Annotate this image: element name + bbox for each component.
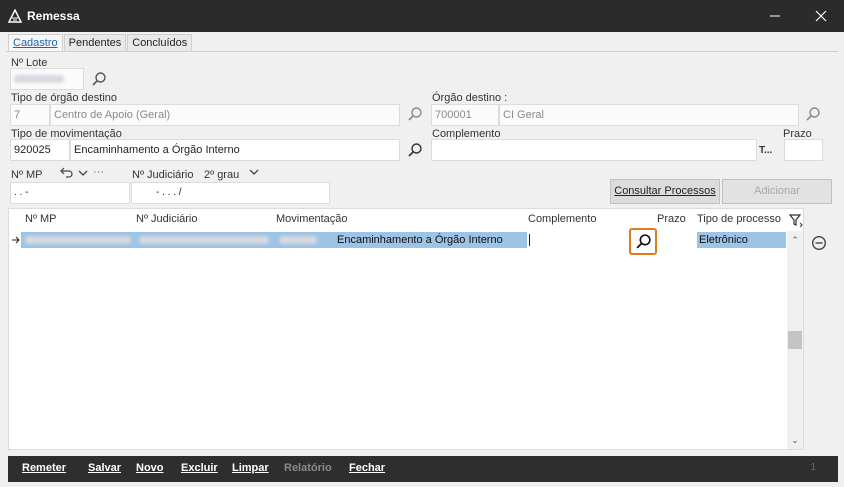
complemento-field[interactable] (431, 139, 757, 161)
remove-row-icon[interactable] (811, 235, 827, 251)
remeter-button[interactable]: Remeter (22, 462, 66, 474)
tab-concluidos[interactable]: Concluídos (127, 34, 193, 52)
filter-icon[interactable] (788, 212, 804, 228)
limpar-button[interactable]: Limpar (232, 462, 269, 474)
orgao-name-field[interactable]: CI Geral (499, 104, 799, 126)
minimize-icon (770, 15, 780, 17)
record-count: 1 (810, 462, 816, 473)
orgao-destino-label: Órgão destino : (432, 92, 508, 104)
tab-pendentes[interactable]: Pendentes (63, 34, 127, 52)
col-njud[interactable]: Nº Judiciário (136, 213, 197, 225)
window-title: Remessa (27, 9, 80, 23)
close-icon (815, 10, 827, 22)
col-movimentacao[interactable]: Movimentação (276, 213, 348, 225)
search-icon[interactable] (407, 142, 423, 158)
row-nmp-cell (25, 236, 131, 244)
fechar-button[interactable]: Fechar (349, 462, 385, 474)
undo-icon[interactable] (58, 165, 74, 181)
tab-cadastro[interactable]: Cadastro (8, 34, 63, 52)
app-logo-icon (8, 9, 22, 23)
chevron-down-icon[interactable] (246, 164, 262, 180)
orgao-code-field[interactable]: 700001 (431, 104, 499, 126)
row-tipo-processo-cell: Eletrônico (699, 234, 748, 246)
tab-bar: Cadastro Pendentes Concluídos (8, 34, 193, 52)
tipo-mov-code-field[interactable]: 920025 (10, 139, 70, 161)
njud-field[interactable]: - . . . / (131, 182, 330, 204)
salvar-button[interactable]: Salvar (88, 462, 121, 474)
col-prazo[interactable]: Prazo (657, 213, 686, 225)
nmp-label: Nº MP (11, 169, 43, 181)
grid-vertical-scrollbar[interactable]: ⌃ ⌄ (787, 231, 803, 449)
search-icon[interactable] (407, 106, 423, 122)
complemento-search-button[interactable] (629, 228, 657, 255)
search-icon[interactable] (805, 106, 821, 122)
scroll-up-icon[interactable]: ⌃ (787, 233, 803, 247)
complemento-more-button[interactable]: T... (759, 145, 772, 156)
scroll-down-icon[interactable]: ⌄ (787, 433, 803, 447)
excluir-button[interactable]: Excluir (181, 462, 218, 474)
table-row[interactable]: Encaminhamento a Órgão Interno Eletrônic… (9, 232, 786, 248)
search-icon[interactable] (91, 71, 107, 87)
process-grid: Nº MP Nº Judiciário Movimentação Complem… (8, 208, 804, 450)
njud-label: Nº Judiciário (132, 169, 194, 181)
consultar-processos-button[interactable]: Consultar Processos (610, 179, 720, 204)
tipo-orgao-name-field[interactable]: Centro de Apoio (Geral) (50, 104, 400, 126)
lote-field[interactable] (10, 68, 84, 90)
more-options-button[interactable]: ··· (93, 166, 104, 178)
row-indicator-icon (12, 236, 20, 244)
tipo-orgao-code-field[interactable]: 7 (10, 104, 50, 126)
relatorio-button[interactable]: Relatório (284, 462, 332, 474)
row-njud-cell (139, 236, 269, 244)
close-button[interactable] (798, 0, 844, 32)
grid-header: Nº MP Nº Judiciário Movimentação Complem… (9, 209, 803, 231)
title-bar: Remessa (0, 0, 844, 32)
prazo-field[interactable] (784, 139, 823, 161)
tipo-mov-name-field[interactable]: Encaminhamento a Órgão Interno (70, 139, 400, 161)
tipo-orgao-label: Tipo de órgão destino (11, 92, 117, 104)
scroll-thumb[interactable] (788, 331, 802, 349)
adicionar-button[interactable]: Adicionar (722, 179, 832, 204)
nmp-field[interactable]: . . - (10, 182, 130, 204)
col-tipo-processo[interactable]: Tipo de processo (697, 213, 781, 225)
grau-label[interactable]: 2º grau (204, 169, 239, 181)
chevron-down-icon[interactable] (75, 165, 91, 181)
minimize-button[interactable] (752, 0, 798, 32)
col-nmp[interactable]: Nº MP (25, 213, 57, 225)
novo-button[interactable]: Novo (136, 462, 164, 474)
footer-toolbar: Remeter Salvar Novo Excluir Limpar Relat… (8, 456, 838, 482)
col-complemento[interactable]: Complemento (528, 213, 596, 225)
tab-divider (6, 51, 838, 52)
row-extra-cell (279, 236, 317, 244)
row-movimentacao-cell: Encaminhamento a Órgão Interno (337, 234, 503, 246)
text-cursor (529, 234, 530, 246)
search-icon (636, 234, 651, 249)
